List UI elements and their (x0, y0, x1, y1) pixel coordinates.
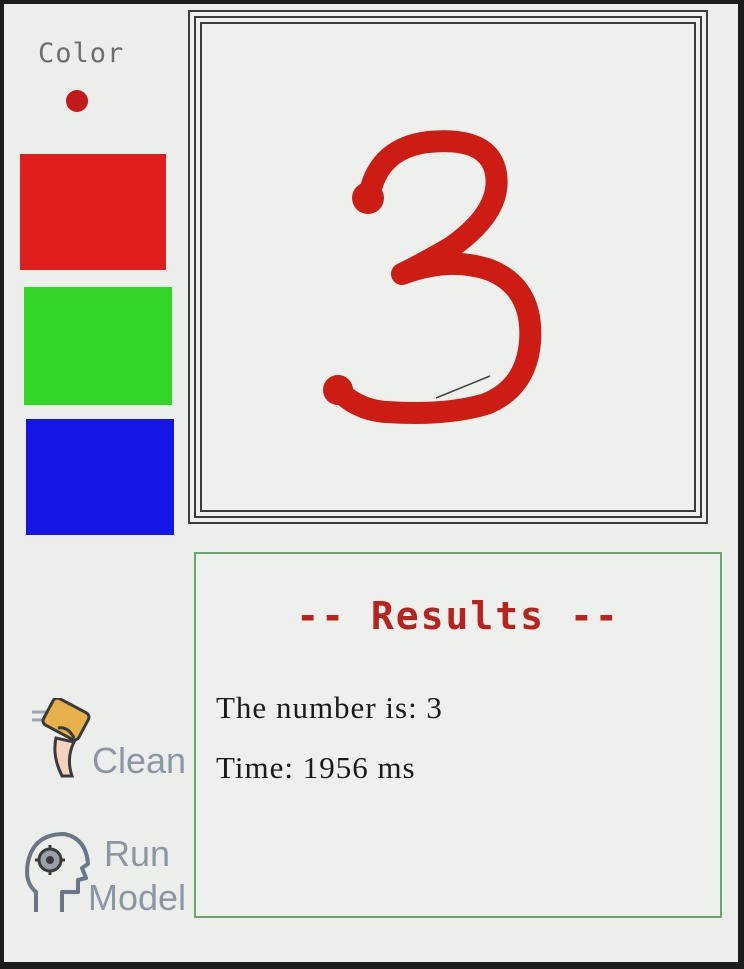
green-color-swatch[interactable] (24, 287, 172, 405)
selected-color-indicator (66, 90, 88, 112)
clean-label: Clean (92, 740, 187, 781)
run-label-line-2: Model (88, 877, 187, 918)
handwritten-digit-stroke (323, 130, 542, 424)
color-label: Color (38, 38, 125, 69)
results-title: -- Results -- (296, 594, 620, 638)
results-panel: -- Results -- The number is: 3 Time: 195… (194, 552, 722, 918)
run-model-button[interactable]: Run Model (18, 824, 198, 924)
clean-button[interactable]: Clean (24, 694, 198, 784)
drawing-canvas[interactable] (188, 10, 708, 524)
red-color-swatch[interactable] (20, 154, 166, 270)
color-sidebar: Color Clean Run Model (4, 4, 186, 962)
run-label-line-1: Run (104, 833, 171, 874)
predicted-number-text: The number is: 3 (216, 690, 443, 725)
blue-color-swatch[interactable] (26, 419, 174, 535)
brain-gear-icon (25, 832, 90, 912)
inference-time-text: Time: 1956 ms (216, 750, 416, 785)
device-screen: Color Clean Run Model -- Results -- The … (4, 4, 738, 962)
run-model-label: Run Model (88, 832, 186, 920)
